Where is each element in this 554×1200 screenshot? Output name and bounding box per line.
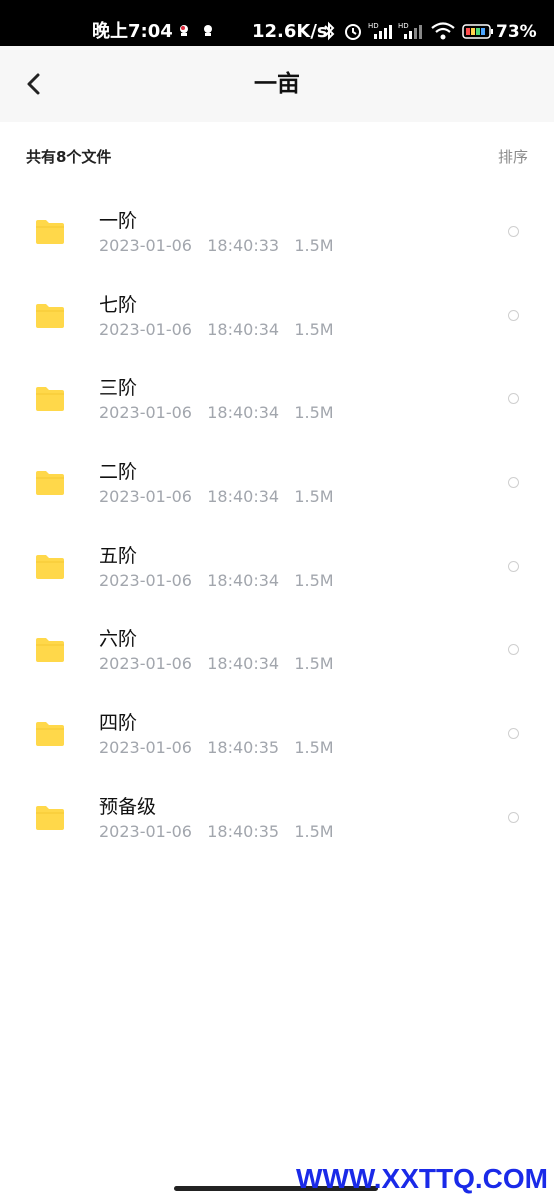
list-item[interactable]: 六阶 2023-01-06 18:40:34 1.5M: [0, 608, 554, 692]
select-radio[interactable]: [508, 560, 519, 572]
battery-percent: 73%: [496, 22, 537, 42]
wifi-icon: [430, 21, 456, 45]
battery-icon: [462, 21, 494, 45]
folder-name: 一阶: [99, 210, 138, 232]
folder-icon: [34, 385, 66, 413]
folder-icon: [34, 553, 66, 581]
folder-meta: 2023-01-06 18:40:34 1.5M: [99, 570, 334, 590]
folder-meta: 2023-01-06 18:40:34 1.5M: [99, 319, 334, 339]
bluetooth-icon: [322, 21, 336, 45]
select-radio[interactable]: [508, 728, 519, 740]
watermark: WWW.XXTTQ.COM: [296, 1163, 548, 1194]
network-speed: 12.6K/s: [252, 21, 328, 42]
folder-icon: [34, 804, 66, 832]
list-item[interactable]: 四阶 2023-01-06 18:40:35 1.5M: [0, 692, 554, 776]
file-count-label: 共有8个文件: [26, 148, 112, 166]
folder-name: 六阶: [99, 628, 138, 651]
folder-name: 四阶: [99, 712, 138, 735]
list-item[interactable]: 二阶 2023-01-06 18:40:34 1.5M: [0, 441, 554, 525]
svg-text:HD: HD: [368, 22, 379, 30]
status-time: 晚上7:04: [92, 21, 173, 42]
select-radio[interactable]: [508, 393, 519, 405]
list-item[interactable]: 五阶 2023-01-06 18:40:34 1.5M: [0, 525, 554, 609]
list-item[interactable]: 七阶 2023-01-06 18:40:34 1.5M: [0, 274, 554, 358]
select-radio[interactable]: [508, 226, 519, 237]
signal-hd-icon: HD: [368, 21, 396, 45]
select-radio[interactable]: [508, 644, 519, 656]
folder-meta: 2023-01-06 18:40:34 1.5M: [99, 487, 334, 507]
folder-meta: 2023-01-06 18:40:34 1.5M: [99, 403, 334, 423]
file-list: 一阶 2023-01-06 18:40:33 1.5M 七阶 2023-01-0…: [0, 190, 554, 860]
list-item[interactable]: 预备级 2023-01-06 18:40:35 1.5M: [0, 776, 554, 860]
notification-app-icon: [200, 22, 216, 40]
folder-icon: [34, 469, 66, 497]
folder-meta: 2023-01-06 18:40:33 1.5M: [99, 236, 334, 255]
folder-meta: 2023-01-06 18:40:35 1.5M: [99, 821, 334, 841]
signal-hd-icon: HD: [398, 21, 426, 45]
list-item[interactable]: 一阶 2023-01-06 18:40:33 1.5M: [0, 190, 554, 274]
folder-name: 五阶: [99, 544, 138, 567]
notification-app-icon: [176, 22, 192, 40]
folder-icon: [34, 218, 66, 246]
folder-meta: 2023-01-06 18:40:34 1.5M: [99, 654, 334, 674]
select-radio[interactable]: [508, 309, 519, 321]
folder-icon: [34, 302, 66, 330]
folder-meta: 2023-01-06 18:40:35 1.5M: [99, 738, 334, 758]
alarm-icon: [343, 21, 363, 45]
folder-name: 二阶: [99, 461, 138, 484]
select-radio[interactable]: [508, 477, 519, 489]
folder-icon: [34, 636, 66, 664]
folder-name: 预备级: [99, 795, 157, 818]
app-header: 一亩: [0, 46, 554, 122]
sort-button[interactable]: 排序: [498, 146, 528, 168]
svg-text:HD: HD: [398, 22, 409, 30]
folder-name: 七阶: [99, 293, 138, 316]
folder-icon: [34, 720, 66, 748]
list-item[interactable]: 三阶 2023-01-06 18:40:34 1.5M: [0, 357, 554, 441]
folder-name: 三阶: [99, 377, 138, 400]
page-title: 一亩: [254, 71, 300, 97]
status-bar: 晚上7:04 12.6K/s HD HD 73%: [0, 0, 554, 46]
select-radio[interactable]: [508, 811, 519, 823]
summary-row: 共有8个文件 排序: [0, 122, 554, 192]
